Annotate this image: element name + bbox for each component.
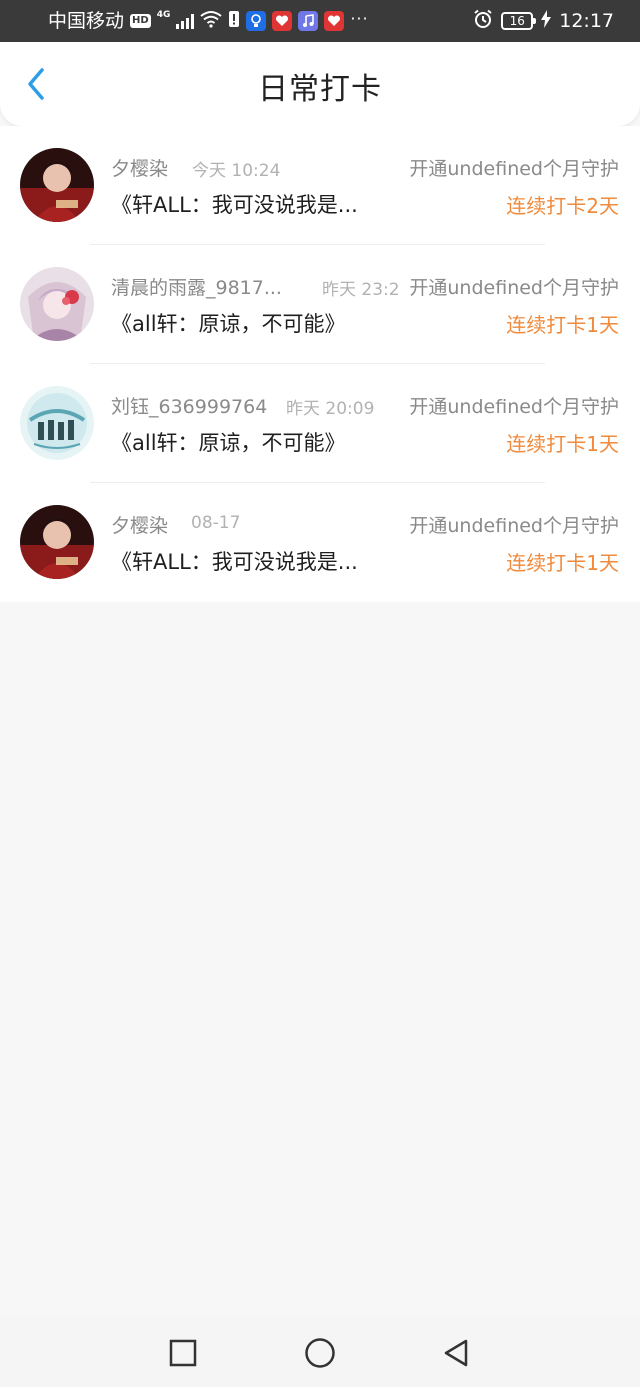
avatar[interactable] xyxy=(20,267,94,341)
network-type: 4G xyxy=(156,10,171,20)
page-title: 日常打卡 xyxy=(258,72,382,107)
back-nav-button[interactable] xyxy=(438,1335,474,1371)
guard-status: 开通undefined个月守护 xyxy=(409,273,619,300)
user-name: 清晨的雨露_9817... xyxy=(111,277,282,299)
charging-icon xyxy=(541,10,552,32)
streak-badge: 连续打卡1天 xyxy=(506,551,619,575)
book-title: 《轩ALL：我可没说我是... xyxy=(111,550,358,574)
heart-app-icon-2 xyxy=(324,11,345,31)
square-icon xyxy=(169,1339,197,1367)
status-right: 16 12:17 xyxy=(473,0,614,42)
avatar[interactable] xyxy=(20,505,94,579)
sim-alert-icon xyxy=(228,10,240,32)
guard-status: 开通undefined个月守护 xyxy=(409,392,619,419)
book-title: 《all轩：原谅，不可能》 xyxy=(111,312,346,336)
status-bar: 中国移动 HD 4G ··· 16 12:17 xyxy=(0,0,640,42)
user-name: 夕樱染 xyxy=(111,158,169,180)
bulb-app-icon xyxy=(246,11,267,31)
hd-icon: HD xyxy=(130,14,151,28)
checkin-time: 昨天 23:2 xyxy=(322,280,400,300)
circle-icon xyxy=(305,1338,335,1368)
checkin-row[interactable]: 夕樱染 08-17 开通undefined个月守护 《轩ALL：我可没说我是..… xyxy=(0,483,640,602)
avatar[interactable] xyxy=(20,148,94,222)
battery-icon: 16 xyxy=(501,12,537,30)
heart-app-icon xyxy=(272,11,293,31)
streak-badge: 连续打卡1天 xyxy=(506,432,619,456)
checkin-time: 08-17 xyxy=(191,513,241,533)
signal-icon xyxy=(176,13,195,29)
status-time: 12:17 xyxy=(559,10,614,32)
checkin-row[interactable]: 夕樱染 今天 10:24 开通undefined个月守护 《轩ALL：我可没说我… xyxy=(0,126,640,245)
wifi-icon xyxy=(200,10,222,32)
user-name: 刘钰_636999764 xyxy=(111,396,268,418)
user-name: 夕樱染 xyxy=(111,515,169,537)
book-title: 《all轩：原谅，不可能》 xyxy=(111,431,346,455)
carrier-name: 中国移动 xyxy=(48,10,125,32)
streak-badge: 连续打卡2天 xyxy=(506,194,619,218)
book-title: 《轩ALL：我可没说我是... xyxy=(111,193,358,217)
checkin-row[interactable]: 清晨的雨露_9817... 昨天 23:2 开通undefined个月守护 《a… xyxy=(0,245,640,364)
recent-apps-button[interactable] xyxy=(165,1335,201,1371)
home-button[interactable] xyxy=(302,1335,338,1371)
status-left: 中国移动 HD 4G ··· xyxy=(48,0,369,42)
system-nav-bar xyxy=(0,1317,640,1387)
avatar[interactable] xyxy=(20,386,94,460)
alarm-icon xyxy=(473,9,493,33)
guard-status: 开通undefined个月守护 xyxy=(409,511,619,538)
checkin-row[interactable]: 刘钰_636999764 昨天 20:09 开通undefined个月守护 《a… xyxy=(0,364,640,483)
more-notifications-icon: ··· xyxy=(350,9,369,28)
checkin-time: 昨天 20:09 xyxy=(286,399,375,419)
page-header: 日常打卡 xyxy=(0,42,640,126)
triangle-back-icon xyxy=(444,1339,468,1367)
guard-status: 开通undefined个月守护 xyxy=(409,154,619,181)
checkin-list: 夕樱染 今天 10:24 开通undefined个月守护 《轩ALL：我可没说我… xyxy=(0,126,640,602)
music-app-icon xyxy=(298,11,319,31)
checkin-time: 今天 10:24 xyxy=(192,161,281,181)
streak-badge: 连续打卡1天 xyxy=(506,313,619,337)
